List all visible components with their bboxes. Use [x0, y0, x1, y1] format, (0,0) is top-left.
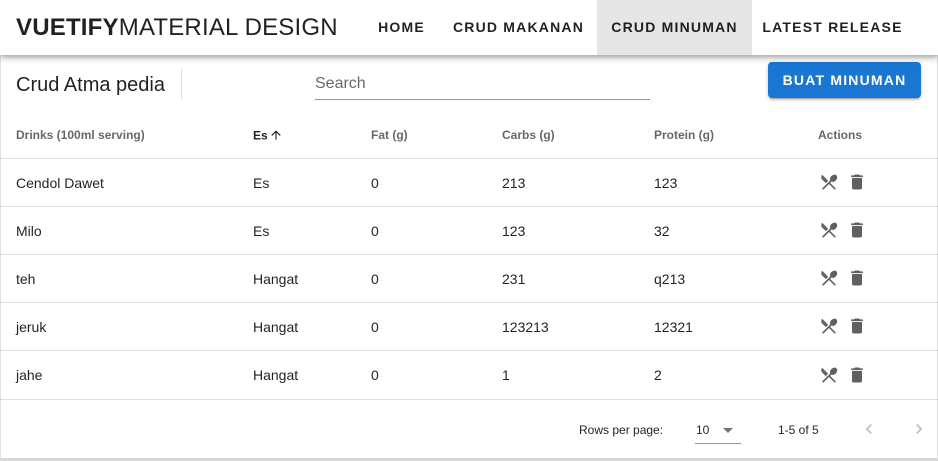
cell-drink-name: jahe	[16, 367, 43, 383]
rows-per-page-value: 10	[696, 423, 710, 437]
fork-knife-icon[interactable]	[819, 365, 839, 385]
nav-latest-release[interactable]: LATEST RELEASE	[752, 0, 913, 55]
fork-knife-icon[interactable]	[819, 220, 839, 240]
rows-per-page-select[interactable]: 10	[695, 418, 741, 444]
header-actions: Actions	[818, 128, 863, 142]
row-divider	[0, 302, 938, 303]
title-divider	[181, 68, 182, 100]
cell-drink-name: teh	[16, 271, 36, 287]
cell-fat: 0	[371, 319, 379, 335]
cell-drink-name: Cendol Dawet	[16, 175, 104, 191]
chevron-down-icon	[723, 428, 733, 433]
cell-drink-name: Milo	[16, 223, 42, 239]
cell-protein: 123	[654, 175, 678, 191]
cell-fat: 0	[371, 175, 379, 191]
cell-es: Es	[253, 175, 270, 191]
cell-fat: 0	[371, 367, 379, 383]
cell-carbs: 231	[502, 271, 526, 287]
row-divider	[0, 350, 938, 351]
table-bottom-divider	[0, 399, 938, 400]
cell-protein: q213	[654, 271, 686, 287]
trash-icon[interactable]	[847, 268, 867, 288]
row-divider	[0, 206, 938, 207]
row-divider	[0, 254, 938, 255]
cell-es: Hangat	[253, 271, 299, 287]
cell-protein: 12321	[654, 319, 693, 335]
app-bar: VUETIFYMATERIAL DESIGN HOME CRUD MAKANAN…	[0, 0, 938, 55]
trash-icon[interactable]	[847, 316, 867, 336]
cell-es: Es	[253, 223, 270, 239]
arrow-up-icon[interactable]	[269, 128, 283, 145]
data-table-card	[0, 55, 938, 458]
brand-light: MATERIAL DESIGN	[118, 14, 338, 41]
header-protein[interactable]: Protein (g)	[654, 128, 714, 142]
create-drink-button[interactable]: BUAT MINUMAN	[768, 62, 921, 98]
cell-drink-name: jeruk	[16, 319, 47, 335]
trash-icon[interactable]	[847, 172, 867, 192]
cell-es: Hangat	[253, 367, 299, 383]
chevron-left-icon	[865, 424, 872, 434]
trash-icon[interactable]	[847, 220, 867, 240]
search-field[interactable]	[315, 70, 650, 100]
header-es-label: Es	[253, 128, 268, 143]
nav-home[interactable]: HOME	[363, 0, 440, 55]
cell-fat: 0	[371, 271, 379, 287]
header-drinks[interactable]: Drinks (100ml serving)	[16, 128, 145, 142]
trash-icon[interactable]	[847, 365, 867, 385]
cell-carbs: 123	[502, 223, 526, 239]
header-es[interactable]: Es	[253, 128, 283, 145]
cell-carbs: 1	[502, 367, 510, 383]
card-title: Crud Atma pedia	[16, 74, 165, 96]
cell-protein: 32	[654, 223, 670, 239]
rows-per-page-label: Rows per page:	[579, 423, 664, 437]
search-input[interactable]	[315, 70, 650, 98]
cell-fat: 0	[371, 223, 379, 239]
previous-page-button[interactable]	[859, 419, 879, 439]
app-brand[interactable]: VUETIFYMATERIAL DESIGN	[16, 14, 338, 42]
nav-crud-makanan[interactable]: CRUD MAKANAN	[440, 0, 597, 55]
fork-knife-icon[interactable]	[819, 172, 839, 192]
chevron-right-icon	[916, 424, 923, 434]
nav-crud-minuman[interactable]: CRUD MINUMAN	[597, 0, 752, 55]
cell-protein: 2	[654, 367, 662, 383]
cell-carbs: 123213	[502, 319, 549, 335]
fork-knife-icon[interactable]	[819, 268, 839, 288]
cell-carbs: 213	[502, 175, 526, 191]
header-fat[interactable]: Fat (g)	[371, 128, 408, 142]
fork-knife-icon[interactable]	[819, 316, 839, 336]
page-range: 1-5 of 5	[778, 423, 819, 437]
cell-es: Hangat	[253, 319, 299, 335]
header-divider	[0, 158, 938, 159]
next-page-button[interactable]	[909, 419, 929, 439]
brand-bold: VUETIFY	[16, 14, 119, 41]
header-carbs[interactable]: Carbs (g)	[502, 128, 555, 142]
